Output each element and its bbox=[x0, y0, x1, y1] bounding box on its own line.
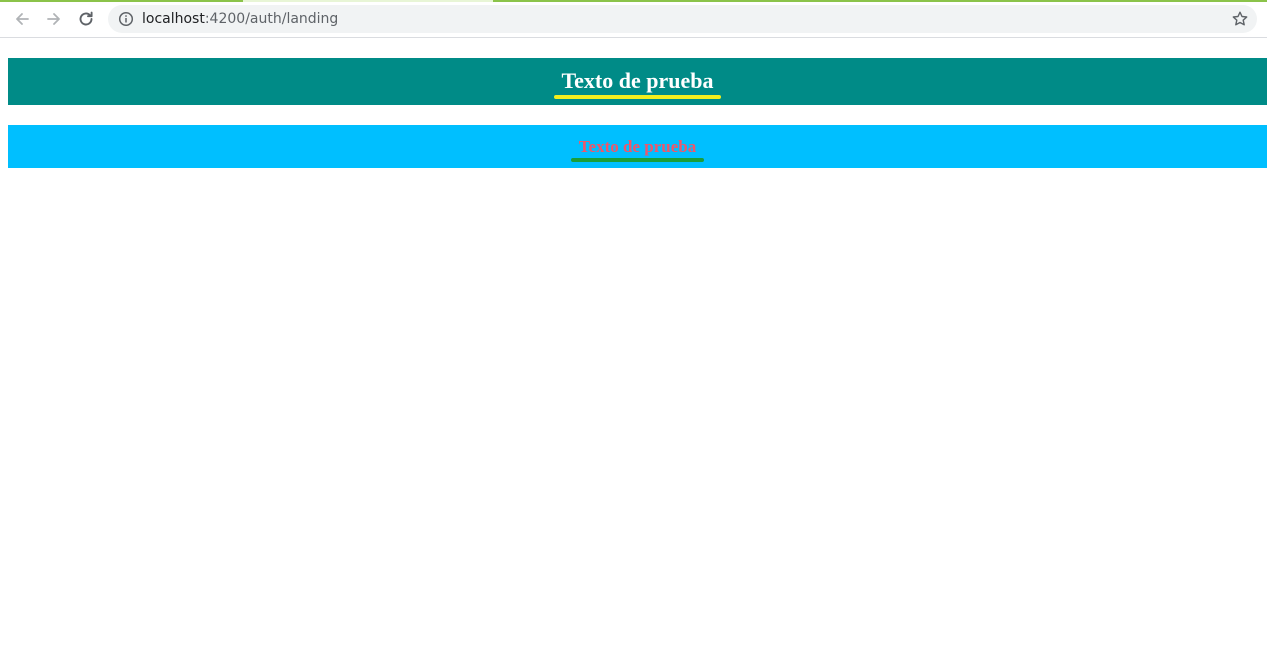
load-progress-segment bbox=[493, 0, 1267, 2]
address-bar[interactable]: localhost:4200/auth/landing bbox=[108, 5, 1257, 33]
banner-title-text: Texto de prueba bbox=[561, 67, 714, 93]
banner-title: Texto de prueba bbox=[553, 67, 722, 99]
reload-icon bbox=[79, 11, 93, 26]
star-icon[interactable] bbox=[1231, 10, 1249, 28]
url-host: localhost bbox=[142, 11, 205, 27]
load-progress-segment bbox=[0, 0, 243, 2]
banner-subtitle: Texto de prueba bbox=[570, 136, 705, 162]
url-text[interactable]: localhost:4200/auth/landing bbox=[142, 5, 338, 33]
banner-sky: Texto de prueba bbox=[8, 125, 1267, 168]
reload-button[interactable] bbox=[74, 7, 98, 31]
info-icon[interactable] bbox=[118, 11, 134, 27]
banner-subtitle-text: Texto de prueba bbox=[578, 136, 697, 156]
arrow-left-icon bbox=[16, 13, 29, 25]
browser-toolbar: localhost:4200/auth/landing bbox=[0, 0, 1267, 38]
arrow-right-icon bbox=[47, 13, 60, 25]
subtitle-underline bbox=[570, 157, 705, 162]
back-button[interactable] bbox=[10, 7, 34, 31]
url-path: :4200/auth/landing bbox=[204, 11, 339, 27]
page-load-progress bbox=[0, 0, 1267, 2]
banner-teal: Texto de prueba bbox=[8, 58, 1267, 105]
forward-button[interactable] bbox=[42, 7, 66, 31]
load-progress-gap bbox=[243, 0, 493, 2]
title-underline bbox=[553, 94, 722, 99]
